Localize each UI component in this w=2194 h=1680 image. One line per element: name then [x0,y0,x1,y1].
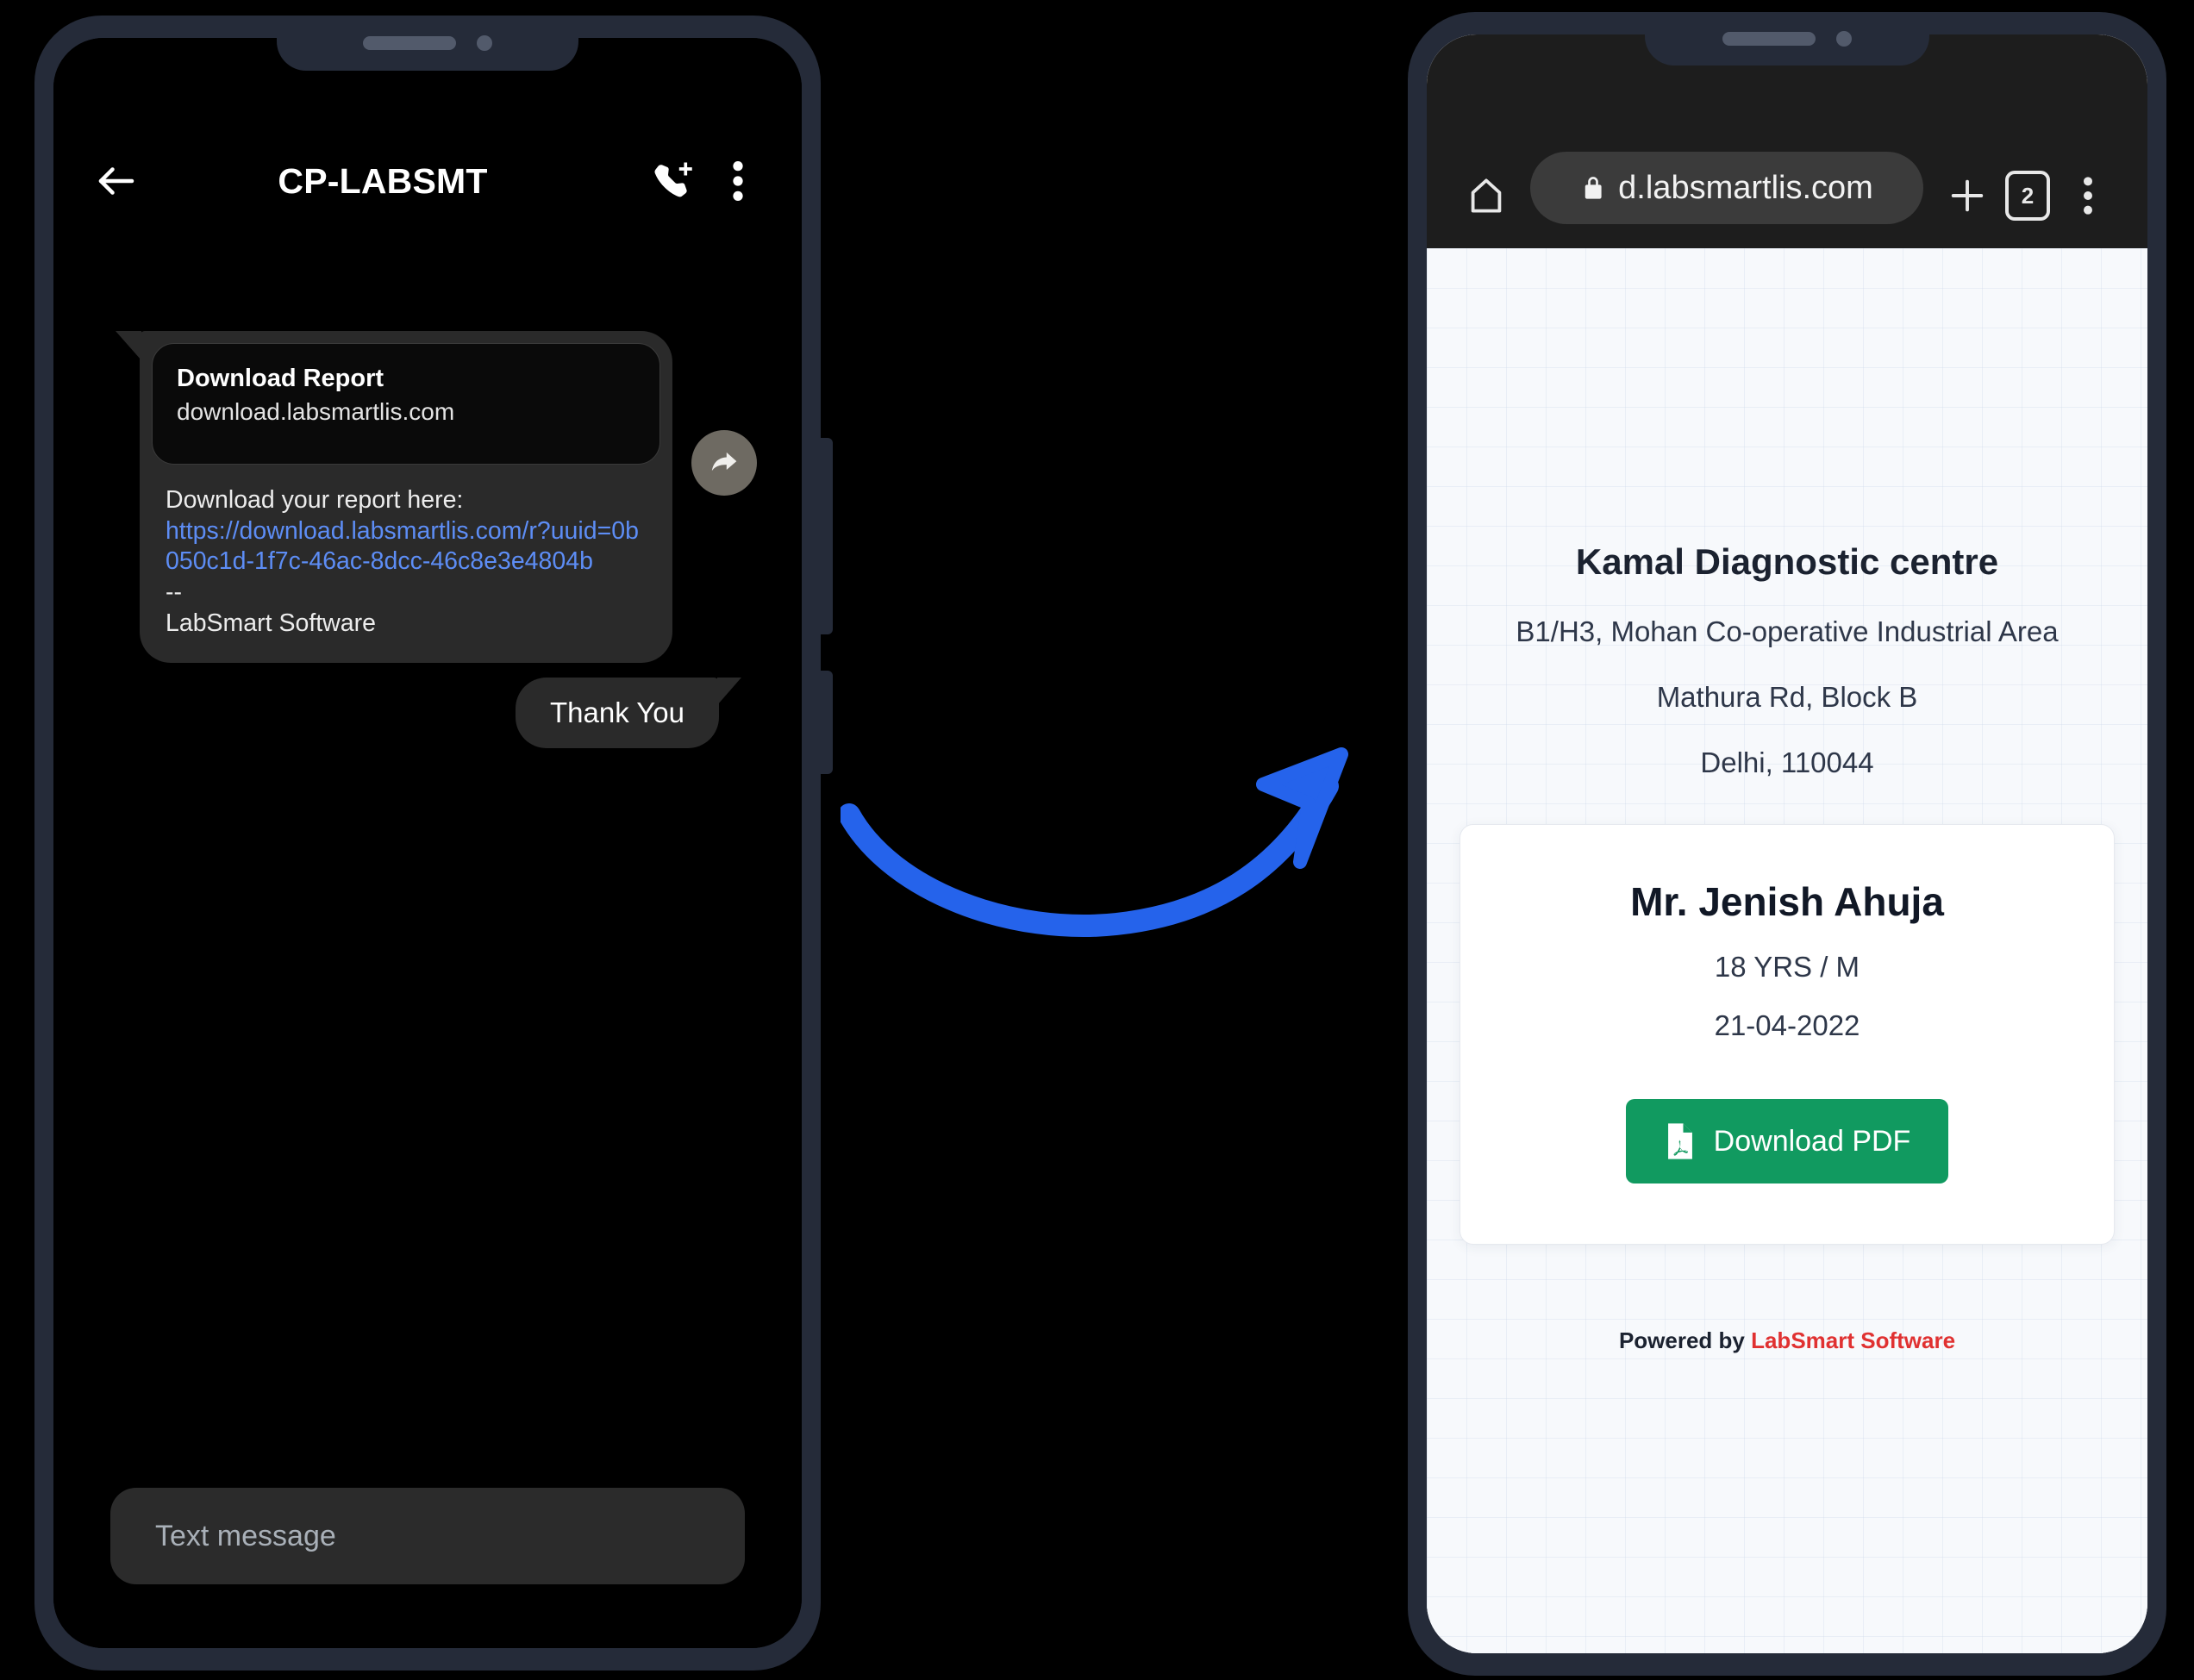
patient-report-date: 21-04-2022 [1714,1009,1860,1041]
browser-phone-frame: d.labsmartlis.com 2 Kamal Diagnostic cen… [1408,12,2166,1676]
phone-notch [1645,12,1929,66]
patient-age-sex: 18 YRS / M [1714,951,1860,983]
home-icon[interactable] [1458,167,1515,224]
download-pdf-label: Download PDF [1713,1124,1911,1158]
lab-name: Kamal Diagnostic centre [1575,541,1999,582]
screenshot-root: CP-LABSMT Download Report download.labsm… [0,0,2194,1680]
back-arrow-icon[interactable] [93,158,140,204]
earpiece-speaker [1722,32,1816,46]
bubble-tail [116,331,141,360]
lab-address-line-1: B1/H3, Mohan Co-operative Industrial Are… [1516,615,2059,647]
link-preview-card[interactable]: Download Report download.labsmartlis.com [152,343,660,465]
phone-volume-button[interactable] [819,671,833,774]
incoming-bubble[interactable]: Download Report download.labsmartlis.com… [116,331,672,664]
message-text: Download your report here: https://downl… [152,465,660,639]
url-bar[interactable]: d.labsmartlis.com [1530,152,1923,224]
url-text: d.labsmartlis.com [1618,169,1873,206]
phone-power-button[interactable] [819,438,833,634]
sms-phone-screen: CP-LABSMT Download Report download.labsm… [53,38,802,1648]
front-camera [1836,31,1852,47]
more-vertical-icon[interactable] [714,157,762,205]
link-preview-host: download.labsmartlis.com [177,398,455,425]
browser-phone-screen: d.labsmartlis.com 2 Kamal Diagnostic cen… [1427,34,2147,1653]
report-page: Kamal Diagnostic centre B1/H3, Mohan Co-… [1427,248,2147,1653]
conversation-title: CP-LABSMT [278,160,488,201]
curved-arrow-icon [841,747,1348,938]
patient-card: Mr. Jenish Ahuja 18 YRS / M 21-04-2022 D… [1460,824,2115,1245]
earpiece-speaker [363,36,456,50]
outgoing-bubble[interactable]: Thank You [516,678,741,748]
pdf-file-icon [1667,1123,1692,1159]
message-separator: -- [166,578,182,606]
mobile-browser: d.labsmartlis.com 2 Kamal Diagnostic cen… [1427,34,2147,1653]
sms-header: CP-LABSMT [53,140,802,222]
message-composer-input[interactable]: Text message [110,1488,745,1584]
more-vertical-icon[interactable] [2060,167,2116,224]
lab-address-line-2: Mathura Rd, Block B [1656,681,1918,713]
tab-switcher-button[interactable]: 2 [1999,167,2056,224]
bubble-tail [717,678,741,705]
powered-by-brand: LabSmart Software [1751,1327,1956,1353]
message-link[interactable]: https://download.labsmartlis.com/r?uuid=… [166,516,647,578]
message-signature: LabSmart Software [166,609,376,637]
powered-by-prefix: Powered by [1618,1327,1752,1353]
sms-app: CP-LABSMT Download Report download.labsm… [53,38,802,1648]
outgoing-message-text: Thank You [550,696,684,728]
browser-toolbar: d.labsmartlis.com 2 [1427,34,2147,248]
message-intro: Download your report here: [166,486,464,514]
powered-by-footer: Powered by LabSmart Software [1460,1327,2115,1354]
sms-phone-frame: CP-LABSMT Download Report download.labsm… [34,16,833,1671]
link-preview-title: Download Report [177,365,384,392]
incoming-message[interactable]: Download Report download.labsmartlis.com… [116,331,672,664]
plus-icon[interactable] [1939,167,1996,224]
forward-arrow-icon[interactable] [691,430,757,496]
tab-count-badge: 2 [2005,171,2050,221]
lock-icon [1585,177,1602,199]
download-pdf-button[interactable]: Download PDF [1625,1099,1949,1183]
lab-address-line-3: Delhi, 110044 [1700,746,1874,778]
outgoing-message[interactable]: Thank You [516,678,741,748]
composer-placeholder: Text message [155,1519,336,1552]
front-camera [477,35,492,51]
phone-add-icon[interactable] [648,157,697,205]
phone-notch [277,16,578,71]
patient-name: Mr. Jenish Ahuja [1630,879,1944,924]
